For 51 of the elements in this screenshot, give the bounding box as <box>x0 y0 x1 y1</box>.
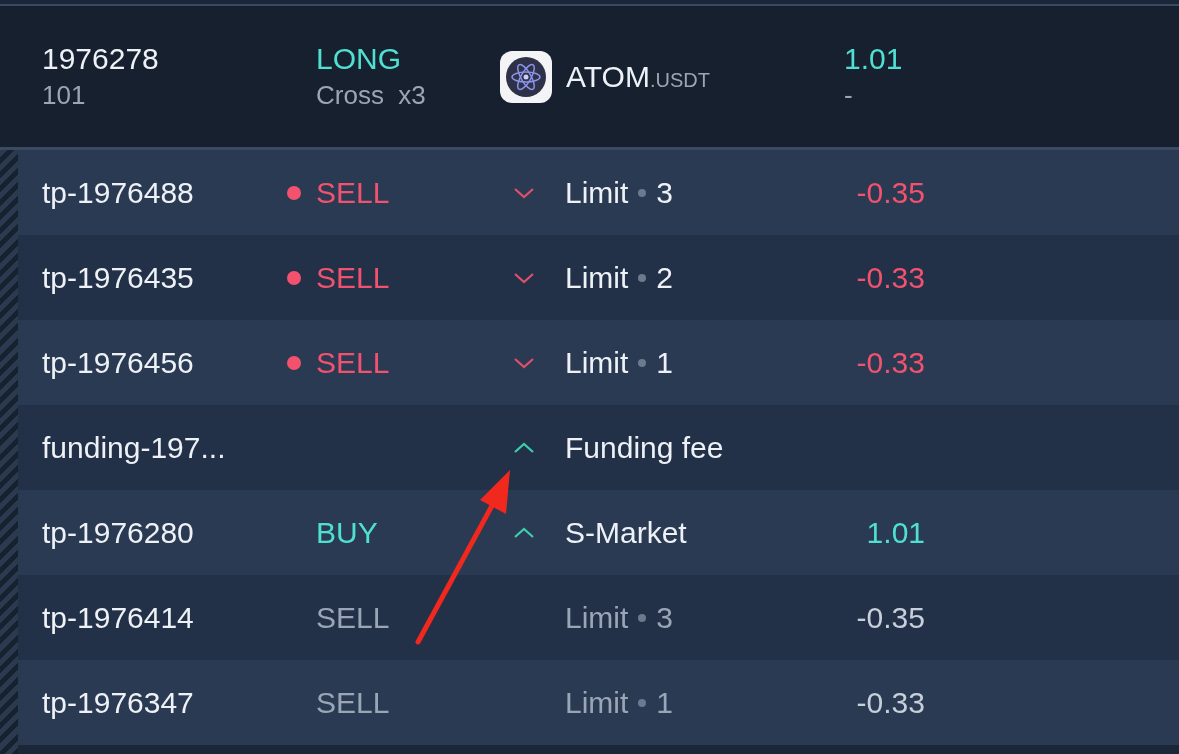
order-amount: -0.33 <box>856 685 925 719</box>
margin-mode: Cross x3 <box>316 80 427 111</box>
order-id: funding-197... <box>42 430 227 465</box>
order-amount: -0.35 <box>856 600 925 634</box>
order-side: SELL <box>316 260 390 295</box>
separator-dot <box>638 358 647 367</box>
order-amount: -0.33 <box>856 345 925 379</box>
order-id: tp-1976456 <box>42 345 195 380</box>
symbol-name: ATOM.USDT <box>566 59 710 94</box>
order-type: Limit <box>565 175 629 210</box>
order-quantity: 3 <box>656 600 674 635</box>
order-type: Limit <box>565 260 629 295</box>
order-id: tp-1976280 <box>42 515 195 550</box>
order-row[interactable]: tp-1976456 SELL Limit 1 -0.33 <box>18 320 1179 405</box>
order-id: tp-1976347 <box>42 685 195 720</box>
order-type: S-Market <box>565 515 687 550</box>
coin-logo-icon <box>500 50 552 103</box>
position-side: LONG <box>316 42 403 76</box>
order-type: Limit <box>565 685 629 720</box>
order-row[interactable]: funding-197... Funding fee <box>18 405 1179 490</box>
separator-dot <box>638 273 647 282</box>
order-side: BUY <box>316 515 378 550</box>
order-row[interactable]: tp-1976435 SELL Limit 2 -0.33 <box>18 235 1179 320</box>
separator-dot <box>638 188 647 197</box>
position-amount: 1.01 <box>844 42 904 76</box>
separator-dot <box>638 698 647 707</box>
order-quantity: 1 <box>656 685 674 720</box>
order-side: SELL <box>316 175 390 210</box>
order-row[interactable]: tp-1976488 SELL Limit 3 -0.35 <box>18 150 1179 235</box>
order-id: tp-1976488 <box>42 175 195 210</box>
order-type: Limit <box>565 600 629 635</box>
order-id: tp-1976414 <box>42 600 195 635</box>
order-side: SELL <box>316 345 390 380</box>
order-side: SELL <box>316 600 390 635</box>
position-sub-id: 101 <box>42 80 87 111</box>
order-type: Funding fee <box>565 430 724 465</box>
order-side: SELL <box>316 685 390 720</box>
order-quantity: 2 <box>656 260 674 295</box>
order-quantity: 1 <box>656 345 674 380</box>
position-id: 1976278 <box>42 42 160 76</box>
order-amount: -0.35 <box>856 175 925 209</box>
order-row[interactable]: tp-1976414 SELL Limit 3 -0.35 <box>18 575 1179 660</box>
order-row[interactable]: tp-1976347 SELL Limit 1 -0.33 <box>18 660 1179 745</box>
order-amount: 1.01 <box>866 515 925 549</box>
amount-sub: - <box>844 80 854 111</box>
order-quantity: 3 <box>656 175 674 210</box>
order-type: Limit <box>565 345 629 380</box>
order-amount: -0.33 <box>856 260 925 294</box>
order-id: tp-1976435 <box>42 260 195 295</box>
separator-dot <box>638 613 647 622</box>
order-row[interactable]: tp-1976280 BUY S-Market 1.01 <box>18 490 1179 575</box>
